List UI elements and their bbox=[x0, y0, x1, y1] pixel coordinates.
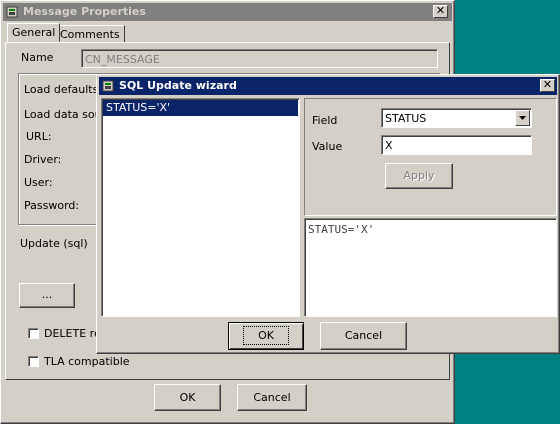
list-item[interactable]: STATUS='X' bbox=[103, 100, 298, 116]
value-label: Value bbox=[312, 140, 343, 153]
wizard-close-button[interactable]: ✕ bbox=[540, 79, 555, 92]
value-input-text: X bbox=[385, 139, 393, 152]
ellipsis-button[interactable]: ... bbox=[19, 283, 75, 308]
driver-label: Driver: bbox=[24, 153, 62, 166]
dropdown-button[interactable] bbox=[515, 110, 530, 126]
wizard-cancel-label: Cancel bbox=[344, 329, 383, 342]
ok-button-label: OK bbox=[179, 391, 196, 404]
load-defaults-label: Load defaults f bbox=[24, 83, 106, 96]
cancel-button-label: Cancel bbox=[253, 391, 291, 404]
tla-compatible-checkbox[interactable] bbox=[28, 356, 39, 367]
value-input[interactable]: X bbox=[381, 135, 532, 155]
update-list[interactable]: STATUS='X' bbox=[101, 98, 300, 317]
field-select[interactable]: STATUS bbox=[381, 108, 532, 128]
load-data-source-label: Load data sour bbox=[24, 108, 107, 121]
tab-comments-label: Comments bbox=[60, 28, 120, 41]
sql-preview-text: STATUS='X' bbox=[308, 223, 375, 236]
update-sql-label: Update (sql) bbox=[20, 237, 88, 250]
close-icon: ✕ bbox=[435, 4, 446, 17]
user-label: User: bbox=[24, 176, 53, 189]
list-item-label: STATUS='X' bbox=[106, 101, 171, 114]
sql-update-wizard-dialog: SQL Update wizard ✕ STATUS='X' Field STA… bbox=[96, 74, 560, 354]
apply-button[interactable]: Apply bbox=[385, 163, 453, 189]
field-label: Field bbox=[312, 114, 338, 127]
field-select-value: STATUS bbox=[385, 112, 427, 125]
message-properties-titlebar: Message Properties ✕ bbox=[3, 3, 452, 21]
window-title: Message Properties bbox=[23, 5, 146, 18]
name-field-value: CN_MESSAGE bbox=[85, 53, 160, 66]
tab-general-label: General bbox=[12, 26, 56, 39]
wizard-title: SQL Update wizard bbox=[119, 79, 237, 92]
sql-preview-area[interactable]: STATUS='X' bbox=[304, 218, 557, 317]
name-label: Name bbox=[21, 51, 54, 64]
tla-compatible-label: TLA compatible bbox=[44, 355, 130, 368]
tab-comments[interactable]: Comments bbox=[55, 25, 125, 42]
sql-wizard-titlebar: SQL Update wizard ✕ bbox=[99, 77, 557, 95]
window-app-icon bbox=[6, 6, 18, 18]
wizard-cancel-button[interactable]: Cancel bbox=[320, 322, 407, 350]
wizard-ok-button[interactable]: OK bbox=[228, 322, 304, 350]
ellipsis-button-label: ... bbox=[41, 288, 53, 301]
cancel-button[interactable]: Cancel bbox=[237, 384, 307, 411]
chevron-down-icon bbox=[519, 116, 526, 120]
ok-button[interactable]: OK bbox=[154, 384, 221, 411]
name-field[interactable]: CN_MESSAGE bbox=[81, 49, 438, 68]
url-label: URL: bbox=[26, 130, 52, 143]
wizard-ok-label: OK bbox=[243, 326, 289, 345]
close-icon: ✕ bbox=[542, 78, 553, 91]
apply-button-label: Apply bbox=[403, 169, 435, 182]
tab-general[interactable]: General bbox=[7, 23, 61, 42]
close-button[interactable]: ✕ bbox=[433, 5, 448, 18]
password-label: Password: bbox=[24, 199, 80, 212]
delete-checkbox[interactable] bbox=[28, 328, 39, 339]
window-app-icon bbox=[102, 80, 114, 92]
